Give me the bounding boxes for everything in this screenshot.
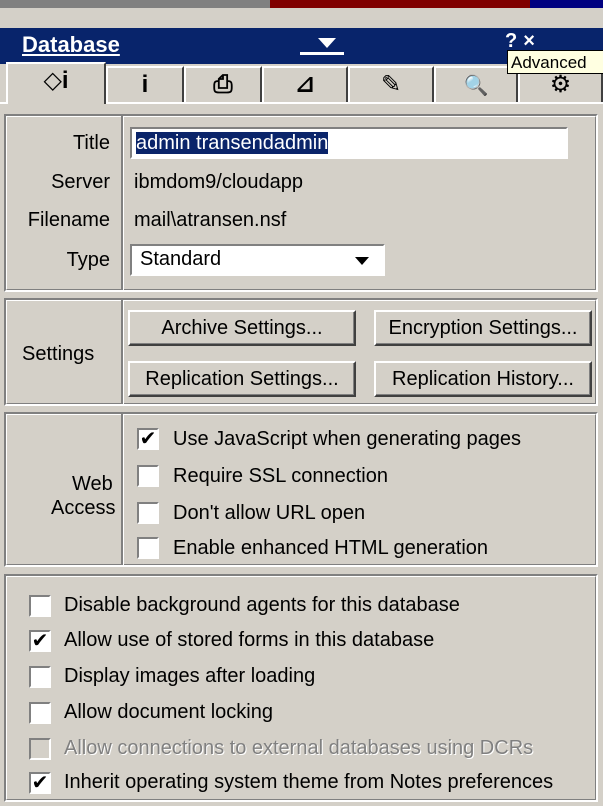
use-javascript-checkbox[interactable]: ✔ bbox=[137, 428, 159, 450]
allow-document-locking-checkbox[interactable] bbox=[29, 702, 51, 724]
allow-document-locking-label[interactable]: Allow document locking bbox=[64, 701, 273, 724]
advanced-icon: ⚙ bbox=[549, 71, 572, 98]
dropdown-underline bbox=[300, 52, 344, 55]
require-ssl-checkbox[interactable] bbox=[137, 465, 159, 487]
encryption-settings-button[interactable]: Encryption Settings... bbox=[374, 310, 592, 346]
allow-stored-forms-checkbox[interactable]: ✔ bbox=[29, 630, 51, 652]
type-dropdown-value: Standard bbox=[140, 248, 222, 270]
display-images-after-loading-checkbox[interactable] bbox=[29, 666, 51, 688]
tab-launch[interactable]: ✎ bbox=[348, 66, 434, 102]
dont-allow-url-open-label[interactable]: Don't allow URL open bbox=[173, 502, 365, 525]
type-dropdown[interactable]: Standard bbox=[130, 244, 385, 276]
tab-basics[interactable]: ◇i bbox=[6, 62, 106, 104]
filename-label: Filename bbox=[27, 209, 110, 231]
top-strip-gray bbox=[0, 0, 270, 8]
properties-type-label[interactable]: Database bbox=[22, 32, 120, 58]
title-field[interactable]: admin transendadmin bbox=[130, 127, 568, 159]
top-strip-red bbox=[270, 0, 530, 8]
inherit-os-theme-checkbox[interactable]: ✔ bbox=[29, 772, 51, 794]
display-images-after-loading-label[interactable]: Display images after loading bbox=[64, 665, 315, 688]
chevron-down-icon[interactable] bbox=[355, 257, 369, 265]
enhanced-html-label[interactable]: Enable enhanced HTML generation bbox=[173, 537, 488, 560]
tab-design[interactable]: ⊿ bbox=[262, 66, 348, 102]
top-strip-blue bbox=[530, 0, 603, 8]
web-access-label-line1: Web bbox=[72, 473, 113, 495]
settings-label: Settings bbox=[22, 343, 95, 365]
require-ssl-label[interactable]: Require SSL connection bbox=[173, 465, 388, 488]
dont-allow-url-open-checkbox[interactable] bbox=[137, 502, 159, 524]
title-field-value: admin transendadmin bbox=[136, 132, 329, 154]
replication-settings-button[interactable]: Replication Settings... bbox=[128, 361, 356, 397]
tab-info[interactable]: i bbox=[106, 66, 184, 102]
filename-value: mail\atransen.nsf bbox=[134, 209, 287, 231]
type-label: Type bbox=[66, 249, 110, 271]
design-icon: ⊿ bbox=[294, 71, 316, 98]
tab-printing[interactable]: ⎙ bbox=[184, 66, 262, 102]
tab-full-text[interactable]: 🔍 bbox=[434, 66, 518, 102]
disable-background-agents-checkbox[interactable] bbox=[29, 595, 51, 617]
magnifier-icon: 🔍 bbox=[463, 75, 489, 97]
use-javascript-label[interactable]: Use JavaScript when generating pages bbox=[173, 428, 521, 451]
tooltip: Advanced bbox=[507, 50, 603, 74]
allow-external-connections-label: Allow connections to external databases … bbox=[64, 737, 534, 759]
rocket-icon: ✎ bbox=[380, 71, 402, 98]
inherit-os-theme-label[interactable]: Inherit operating system theme from Note… bbox=[64, 771, 553, 794]
properties-type-dropdown-icon[interactable] bbox=[318, 38, 336, 48]
disable-background-agents-label[interactable]: Disable background agents for this datab… bbox=[64, 594, 460, 617]
allow-stored-forms-label[interactable]: Allow use of stored forms in this databa… bbox=[64, 629, 434, 652]
enhanced-html-checkbox[interactable] bbox=[137, 537, 159, 559]
web-access-label-line2: Access bbox=[51, 497, 116, 519]
printer-icon: ⎙ bbox=[213, 71, 233, 98]
title-label: Title bbox=[72, 132, 110, 154]
server-value: ibmdom9/cloudapp bbox=[134, 171, 303, 193]
replication-history-button[interactable]: Replication History... bbox=[374, 361, 592, 397]
archive-settings-button[interactable]: Archive Settings... bbox=[128, 310, 356, 346]
allow-external-connections-checkbox bbox=[29, 738, 51, 760]
info-icon: i bbox=[141, 71, 149, 98]
help-close-icons[interactable]: ?× bbox=[505, 30, 541, 52]
server-label: Server bbox=[51, 171, 110, 193]
basics-tab-icon: ◇i bbox=[43, 67, 69, 94]
